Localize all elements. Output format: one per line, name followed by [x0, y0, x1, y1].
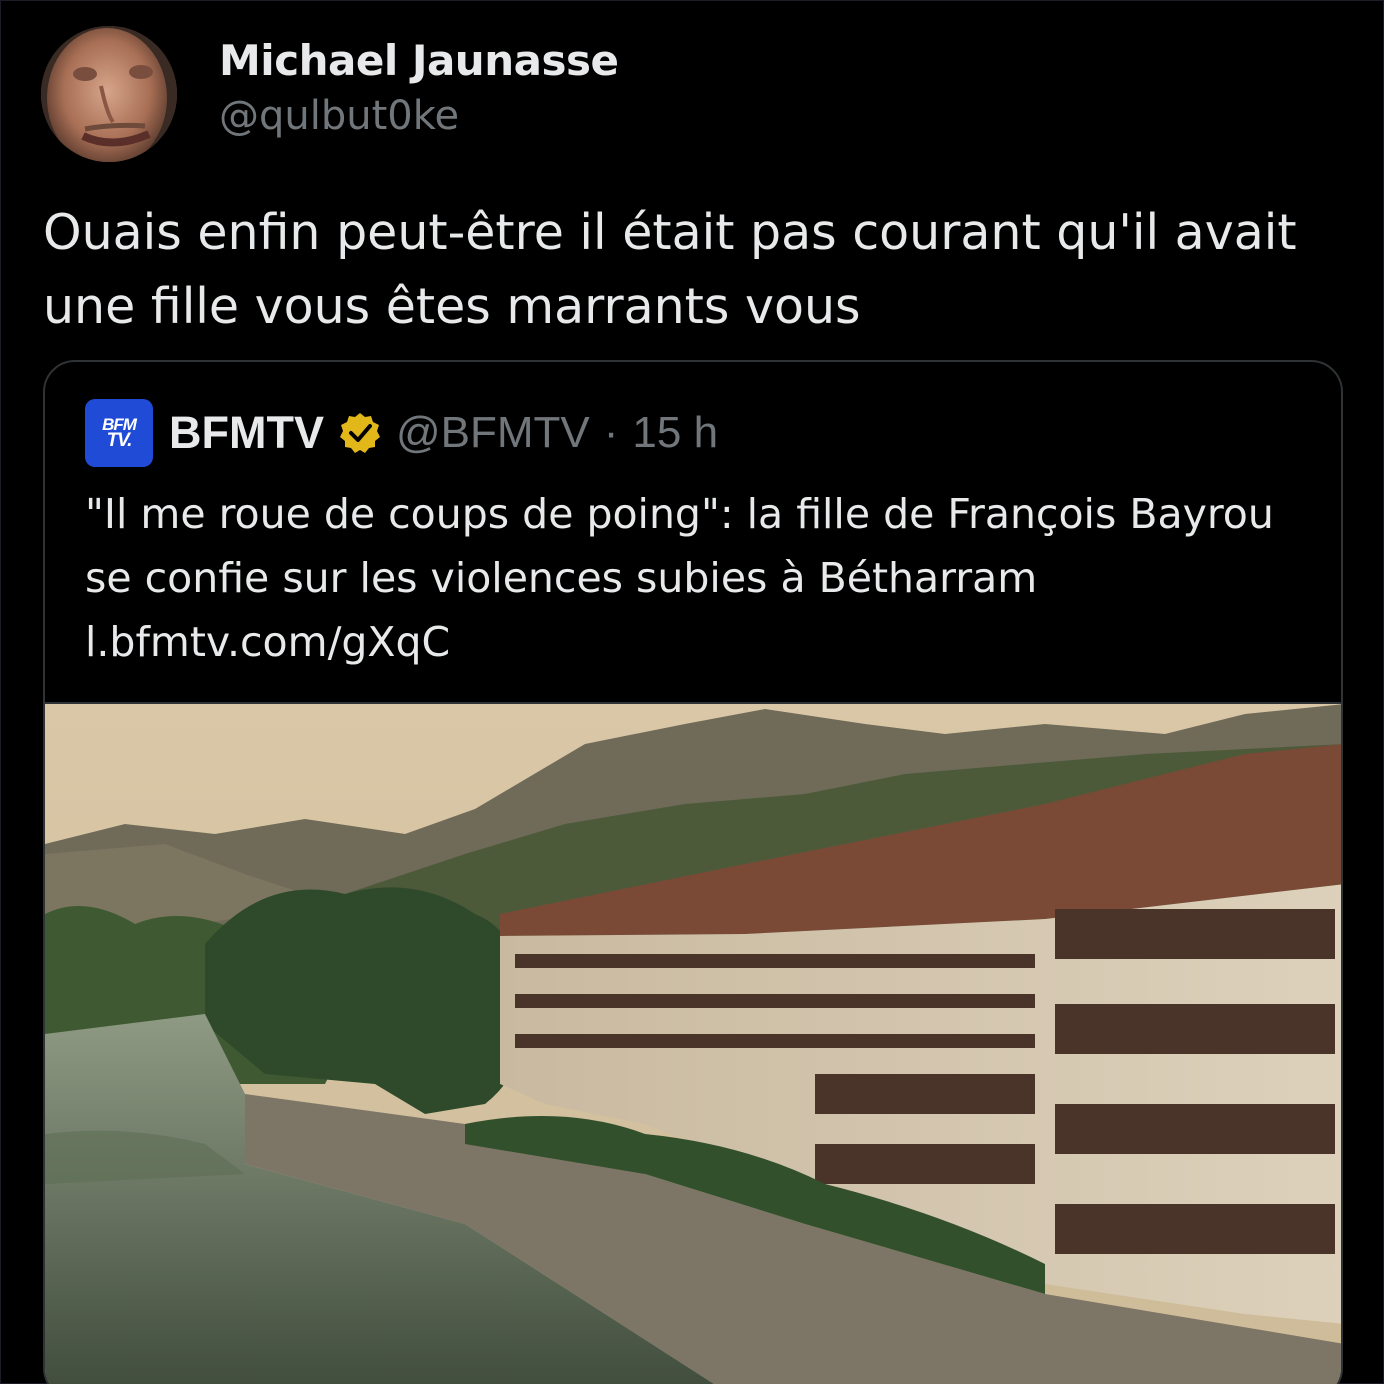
quoted-tweet-link[interactable]: l.bfmtv.com/gXqC: [85, 610, 450, 674]
verified-badge-icon: [339, 413, 380, 453]
author-handle[interactable]: @qulbut0ke: [219, 93, 459, 139]
avatar-photo: [41, 26, 177, 162]
article-image[interactable]: [45, 702, 1343, 1384]
bfmtv-logo[interactable]: BFM TV.: [85, 399, 153, 467]
author-name[interactable]: Michael Jaunasse: [219, 36, 619, 85]
quoted-tweet-time[interactable]: 15 h: [632, 408, 718, 458]
separator-dot: ·: [603, 408, 619, 457]
quoted-tweet-card[interactable]: BFM TV. BFMTV @BFMTV · 15 h "Il me roue …: [43, 360, 1343, 1384]
tweet-text: Ouais enfin peut-être il était pas coura…: [43, 204, 1297, 335]
tweet-screenshot: Michael Jaunasse @qulbut0ke Ouais enfin …: [0, 0, 1384, 1384]
logo-text-line2: TV.: [106, 430, 133, 451]
quoted-account-handle[interactable]: @BFMTV: [396, 408, 590, 458]
quoted-account-name[interactable]: BFMTV: [169, 407, 324, 459]
quoted-tweet-header: BFM TV. BFMTV @BFMTV · 15 h: [85, 398, 718, 468]
quoted-tweet-text: "Il me roue de coups de poing": la fille…: [85, 490, 1274, 602]
avatar[interactable]: [41, 26, 177, 162]
